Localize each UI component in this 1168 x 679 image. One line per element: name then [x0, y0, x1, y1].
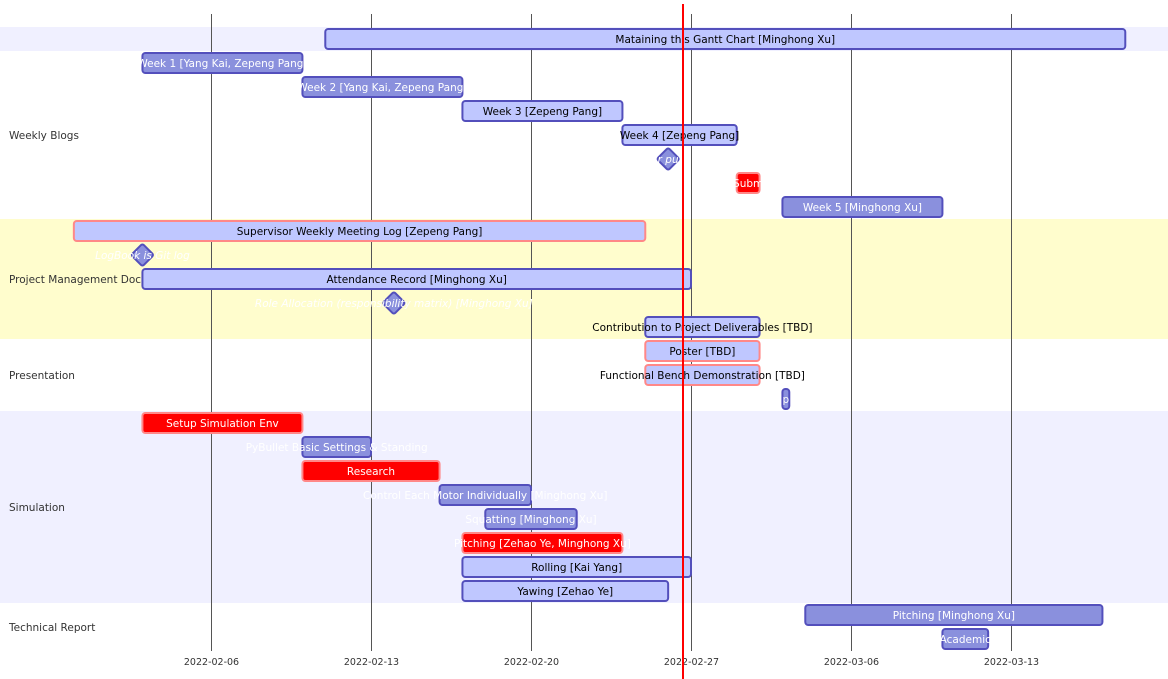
task[interactable]: Week 5 [Minghong Xu]: [781, 196, 944, 218]
task-label: Yawing [Zehao Ye]: [516, 586, 613, 598]
section-label: Technical Report: [8, 622, 95, 634]
task-label: Attendance Record [Minghong Xu]: [327, 274, 507, 286]
task-label: Week 4 [Zepeng Pang]: [620, 130, 739, 142]
task-label: Squatting [Minghong Xu]: [465, 514, 596, 526]
task[interactable]: p: [781, 388, 791, 410]
task-label: LogBook is Git log: [95, 250, 190, 262]
section-band: [0, 339, 1168, 411]
task-label: Week 5 [Minghong Xu]: [803, 202, 922, 214]
task-label: Role Allocation (responsibility matrix) …: [255, 298, 533, 310]
task[interactable]: Week 3 [Zepeng Pang]: [461, 100, 624, 122]
section-label: Simulation: [9, 502, 65, 514]
task[interactable]: Yawing [Zehao Ye]: [461, 580, 670, 602]
task-label: Poster [TBD]: [669, 346, 735, 358]
section-label: Presentation: [9, 370, 75, 382]
task-label: Supervisor Weekly Meeting Log [Zepeng Pa…: [237, 226, 483, 238]
task-label: Week 2 [Yang Kai, Zepeng Pang]: [297, 82, 467, 94]
task-label: PyBullet Basic Settings & Standing: [246, 442, 428, 454]
task-label: Pitching [Minghong Xu]: [893, 610, 1015, 622]
task[interactable]: Week 1 [Yang Kai, Zepeng Pang]: [137, 52, 308, 74]
task-label: Week 1 [Yang Kai, Zepeng Pang]: [137, 58, 307, 70]
task[interactable]: Rolling [Kai Yang]: [461, 556, 692, 578]
task-label: Academic: [940, 634, 991, 646]
task[interactable]: Week 2 [Yang Kai, Zepeng Pang]: [297, 76, 468, 98]
x-tick-label: 2022-02-20: [504, 657, 559, 668]
task-label: p: [783, 394, 790, 406]
task[interactable]: Mataining this Gantt Chart [Minghong Xu]: [324, 28, 1127, 50]
x-tick-label: 2022-02-13: [344, 657, 399, 668]
task[interactable]: Supervisor Weekly Meeting Log [Zepeng Pa…: [72, 220, 647, 242]
task-label: Contribution to Project Deliverables [TB…: [592, 322, 812, 334]
task-label: Control Each Motor Individually [Minghon…: [363, 490, 607, 502]
task[interactable]: Pitching [Zehao Ye, Minghong Xu]: [454, 532, 631, 554]
task[interactable]: Research: [301, 460, 441, 482]
x-tick-label: 2022-02-06: [184, 657, 239, 668]
task-label: Research: [347, 466, 395, 478]
task-label: Pitching [Zehao Ye, Minghong Xu]: [454, 538, 631, 550]
task-label: Week 3 [Zepeng Pang]: [483, 106, 602, 118]
task-label: r pu: [658, 154, 679, 166]
x-tick-label: 2022-03-13: [984, 657, 1039, 668]
task-label: Subm: [733, 178, 763, 190]
gantt-chart: 2022-02-06 2022-02-13 2022-02-20 2022-02-27…: [0, 4, 1168, 679]
task[interactable]: Pitching [Minghong Xu]: [804, 604, 1104, 626]
task[interactable]: Academic: [940, 628, 991, 650]
section-label: Weekly Blogs: [9, 130, 79, 142]
task[interactable]: Subm: [733, 172, 763, 194]
task[interactable]: Squatting [Minghong Xu]: [465, 508, 597, 530]
task-label: Setup Simulation Env: [166, 418, 279, 430]
task-label: Rolling [Kai Yang]: [531, 562, 622, 574]
section-band: [0, 51, 1168, 219]
task[interactable]: Poster [TBD]: [644, 340, 761, 362]
task-label: Mataining this Gantt Chart [Minghong Xu]: [615, 34, 835, 46]
task[interactable]: Attendance Record [Minghong Xu]: [141, 268, 692, 290]
x-tick-label: 2022-03-06: [824, 657, 879, 668]
task[interactable]: Week 4 [Zepeng Pang]: [620, 124, 739, 146]
task-label: Functional Bench Demonstration [TBD]: [600, 370, 805, 382]
task[interactable]: Setup Simulation Env: [141, 412, 304, 434]
x-tick-label: 2022-02-27: [664, 657, 719, 668]
